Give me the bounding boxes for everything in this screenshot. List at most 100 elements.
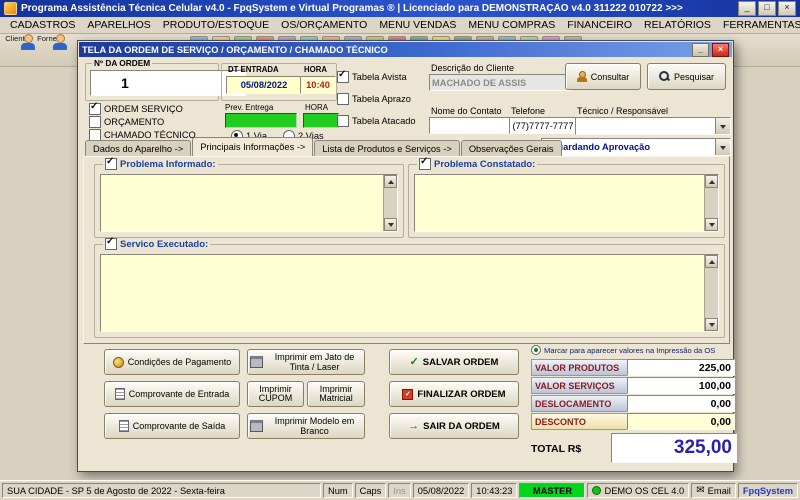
- scroll-up-icon[interactable]: [705, 255, 718, 268]
- menu-vendas[interactable]: MENU VENDAS: [373, 18, 462, 32]
- scrollbar[interactable]: [704, 255, 718, 331]
- sair-ordem-button[interactable]: SAIR DA ORDEM: [389, 413, 519, 439]
- menu-financeiro[interactable]: FINANCEIRO: [561, 18, 638, 32]
- scroll-down-icon[interactable]: [705, 218, 718, 231]
- menu-aparelhos[interactable]: APARELHOS: [81, 18, 156, 32]
- consultar-label: Consultar: [590, 71, 630, 82]
- status-bar: SUA CIDADE - SP 5 de Agosto de 2022 - Se…: [0, 480, 800, 500]
- clientes-button[interactable]: Clientes: [4, 34, 34, 43]
- tab-lista-produtos-servicos[interactable]: Lista de Produtos e Serviços ->: [314, 140, 460, 156]
- application-window: Programa Assistência Técnica Celular v4.…: [0, 0, 800, 500]
- tabela-aprazo-checkbox[interactable]: Tabela Aprazo: [337, 93, 411, 105]
- checkbox-box: [89, 101, 101, 115]
- total-value: 325,00: [611, 433, 737, 463]
- checkbox-label: Tabela Avista: [352, 72, 407, 82]
- menu-bar: CADASTROS APARELHOS PRODUTO/ESTOQUE OS/O…: [0, 17, 800, 34]
- scrollbar[interactable]: [383, 175, 397, 231]
- textarea-content: [101, 175, 383, 231]
- menu-relatorios[interactable]: RELATÓRIOS: [638, 18, 717, 32]
- problema-informado-textarea[interactable]: [100, 174, 398, 232]
- desconto-value: 0,00: [627, 413, 735, 430]
- fornecedores-button[interactable]: Fornece: [36, 34, 66, 43]
- pesquisar-label: Pesquisar: [673, 71, 715, 82]
- printer-icon: [250, 420, 263, 432]
- tab-dados-aparelho[interactable]: Dados do Aparelho ->: [85, 140, 192, 156]
- finalizar-ordem-button[interactable]: FINALIZAR ORDEM: [389, 381, 519, 407]
- menu-cadastros[interactable]: CADASTROS: [4, 18, 81, 32]
- comprovante-saida-button[interactable]: Comprovante de Saída: [104, 413, 240, 439]
- mostrar-valores-radio[interactable]: Marcar para aparecer valores na Impressã…: [531, 345, 729, 355]
- button-label: Condições de Pagamento: [127, 357, 232, 367]
- chevron-down-icon[interactable]: [715, 139, 730, 155]
- problema-informado-checkbox[interactable]: [105, 156, 117, 170]
- nome-contato-field[interactable]: [429, 117, 511, 134]
- close-button[interactable]: [778, 1, 796, 16]
- cliente-field[interactable]: MACHADO DE ASSIS: [429, 74, 571, 91]
- situacao-combo[interactable]: Aguardando Aprovação: [541, 138, 731, 156]
- menu-produto-estoque[interactable]: PRODUTO/ESTOQUE: [157, 18, 275, 32]
- tecnico-label: Técnico / Responsável: [577, 106, 669, 116]
- orcamento-checkbox[interactable]: ORÇAMENTO: [89, 116, 164, 128]
- prev-hora-field[interactable]: [303, 113, 339, 128]
- servico-executado-label: Servico Executado:: [120, 238, 209, 250]
- salvar-ordem-button[interactable]: SALVAR ORDEM: [389, 349, 519, 375]
- button-label: Imprimir CUPOM: [258, 384, 293, 403]
- checkbox-box: [89, 116, 101, 128]
- imprimir-cupom-button[interactable]: Imprimir CUPOM: [247, 381, 304, 407]
- dt-entrada-label: DT ENTRADA: [228, 65, 279, 74]
- chevron-down-icon[interactable]: [715, 118, 730, 134]
- button-label: Comprovante de Entrada: [128, 389, 230, 399]
- tab-observacoes-gerais[interactable]: Observações Gerais: [460, 140, 562, 156]
- tab-principais-informacoes[interactable]: Principais Informações ->: [192, 137, 314, 156]
- status-user: MASTER: [519, 483, 586, 498]
- consultar-button[interactable]: Consultar: [565, 63, 641, 90]
- comprovante-entrada-button[interactable]: Comprovante de Entrada: [104, 381, 240, 407]
- note-label: Marcar para aparecer valores na Impressã…: [544, 345, 716, 355]
- nome-contato-label: Nome do Contato: [431, 106, 502, 116]
- problema-constatado-textarea[interactable]: [414, 174, 719, 232]
- tab-panel: Problema Informado: Problema Constatado:: [83, 156, 730, 344]
- condicoes-pagamento-button[interactable]: Condições de Pagamento: [104, 349, 240, 375]
- checkbox-box: [337, 115, 349, 127]
- scroll-up-icon[interactable]: [384, 175, 397, 188]
- scroll-up-icon[interactable]: [705, 175, 718, 188]
- menu-os-orcamento[interactable]: OS/ORÇAMENTO: [275, 18, 373, 32]
- entry-date-field[interactable]: 05/08/2022: [226, 76, 302, 94]
- problema-informado-label: Problema Informado:: [120, 158, 216, 170]
- entry-date-group: DT ENTRADA HORA 05/08/2022 10:40: [221, 63, 337, 101]
- checkbox-label: Tabela Atacado: [352, 116, 416, 126]
- checkbox-label: ORDEM SERVIÇO: [104, 104, 183, 114]
- dialog-close-button[interactable]: [712, 42, 729, 57]
- descricao-cliente-label: Descrição do Cliente: [431, 63, 515, 73]
- imprimir-modelo-branco-button[interactable]: Imprimir Modelo em Branco: [247, 413, 365, 439]
- button-label: Imprimir Modelo em Branco: [274, 416, 355, 436]
- deslocamento-value: 0,00: [627, 395, 735, 412]
- entry-time-field[interactable]: 10:40: [300, 76, 336, 94]
- status-brand[interactable]: FpqSystem: [737, 483, 798, 498]
- dialog-minimize-button[interactable]: [692, 42, 709, 57]
- prev-entrega-field[interactable]: [225, 113, 297, 128]
- minimize-button[interactable]: [738, 1, 756, 16]
- scrollbar[interactable]: [704, 175, 718, 231]
- problema-constatado-checkbox[interactable]: [419, 156, 431, 170]
- status-email[interactable]: Email: [691, 483, 736, 498]
- status-num: Num: [322, 483, 353, 498]
- scroll-down-icon[interactable]: [705, 318, 718, 331]
- button-label: SAIR DA ORDEM: [423, 420, 500, 432]
- scroll-down-icon[interactable]: [384, 218, 397, 231]
- ordem-servico-checkbox[interactable]: ORDEM SERVIÇO: [89, 101, 183, 115]
- telefone-field[interactable]: (77)7777-7777: [509, 117, 577, 134]
- servico-executado-checkbox[interactable]: [105, 236, 117, 250]
- menu-ferramentas[interactable]: FERRAMENTAS: [717, 18, 800, 32]
- imprimir-jato-laser-button[interactable]: Imprimir em Jato de Tinta / Laser: [247, 349, 365, 375]
- tabela-avista-checkbox[interactable]: Tabela Avista: [337, 69, 407, 83]
- maximize-button[interactable]: [758, 1, 776, 16]
- imprimir-matricial-button[interactable]: Imprimir Matricial: [307, 381, 365, 407]
- servico-executado-textarea[interactable]: [100, 254, 719, 332]
- tecnico-combo[interactable]: [575, 117, 731, 135]
- menu-compras[interactable]: MENU COMPRAS: [462, 18, 561, 32]
- tabela-atacado-checkbox[interactable]: Tabela Atacado: [337, 115, 416, 127]
- pesquisar-button[interactable]: Pesquisar: [647, 63, 726, 90]
- valor-servicos-label: VALOR SERVIÇOS: [531, 377, 633, 394]
- deslocamento-label: DESLOCAMENTO: [531, 395, 633, 412]
